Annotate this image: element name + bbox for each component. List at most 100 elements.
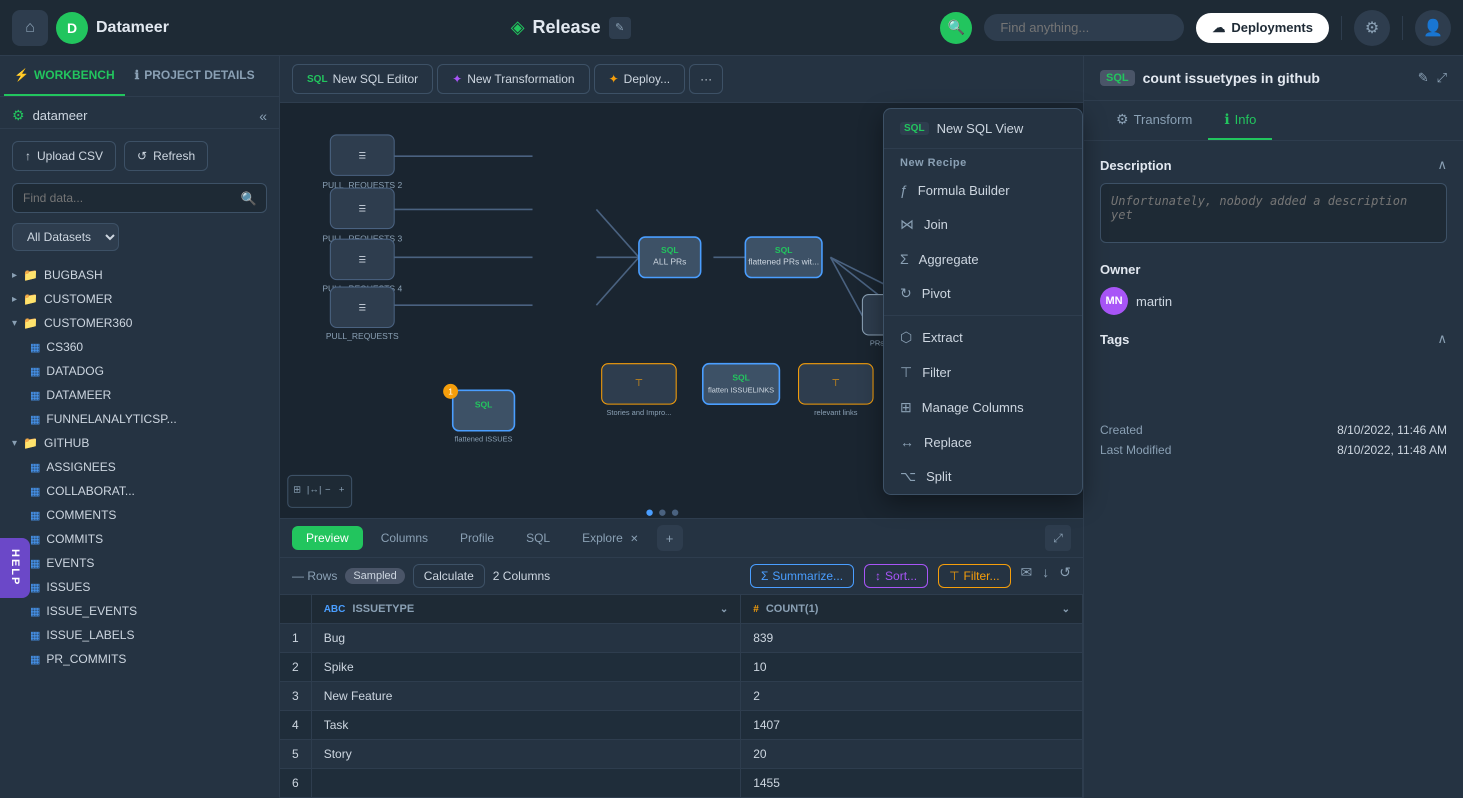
deployments-button[interactable]: ☁ Deployments	[1196, 13, 1329, 43]
sort-button[interactable]: ↕ Sort...	[864, 564, 928, 588]
tree-item-commits[interactable]: ▦ COMMITS	[0, 527, 279, 551]
add-tab-button[interactable]: +	[657, 525, 683, 551]
description-toggle[interactable]: ∧	[1437, 157, 1447, 173]
user-button[interactable]: 👤	[1415, 10, 1451, 46]
tree-item-github[interactable]: ▾ 📁 GITHUB	[0, 431, 279, 455]
sql-label: SQL	[526, 531, 550, 545]
tree-item-comments[interactable]: ▦ COMMENTS	[0, 503, 279, 527]
refresh-data-icon[interactable]: ↺	[1059, 564, 1071, 588]
tab-explore[interactable]: Explore ✕	[568, 526, 652, 550]
tree-item-issue-events[interactable]: ▦ ISSUE_EVENTS	[0, 599, 279, 623]
issuetype-sort[interactable]: ⌄	[720, 604, 728, 615]
refresh-button[interactable]: ↺ Refresh	[124, 141, 208, 171]
deploy-label: Deploy...	[624, 72, 670, 86]
deploy-button[interactable]: ✦ Deploy...	[594, 64, 686, 94]
table-row: 5 Story 20	[280, 740, 1083, 769]
tree-item-datameer[interactable]: ▦ DATAMEER	[0, 383, 279, 407]
tab-workbench[interactable]: ⚡ WORKBENCH	[4, 56, 125, 96]
filter-button[interactable]: ⊤ Filter...	[938, 564, 1010, 588]
extract-item[interactable]: ⬡ Extract	[884, 320, 1082, 355]
refresh-label: Refresh	[153, 149, 195, 163]
tree-item-label: CUSTOMER	[44, 292, 112, 306]
sql-icon: SQL	[307, 74, 328, 85]
formula-builder-item[interactable]: ƒ Formula Builder	[884, 173, 1082, 207]
project-details-icon: ℹ	[135, 68, 140, 82]
pivot-icon: ↻	[900, 285, 912, 302]
new-sql-editor-label: New SQL Editor	[333, 72, 419, 86]
email-icon[interactable]: ✉	[1021, 564, 1033, 588]
folder-chevron: ▾	[12, 318, 17, 329]
table-row: 4 Task 1407	[280, 711, 1083, 740]
find-data-input[interactable]	[12, 183, 267, 213]
count-cell: 20	[741, 740, 1083, 769]
summarize-label: Summarize...	[772, 569, 843, 583]
new-sql-editor-button[interactable]: SQL New SQL Editor	[292, 64, 433, 94]
external-link-icon[interactable]: ⤢	[1437, 70, 1447, 86]
tree-item-label: EVENTS	[46, 556, 94, 570]
rows-label: — Rows	[292, 569, 337, 583]
join-item[interactable]: ⋈ Join	[884, 207, 1082, 242]
more-options-button[interactable]: ···	[689, 64, 723, 94]
tree-item-label: ISSUES	[46, 580, 90, 594]
svg-text:☰: ☰	[358, 255, 366, 265]
split-item[interactable]: ⌥ Split	[884, 459, 1082, 494]
filter-item[interactable]: ⊤ Filter	[884, 355, 1082, 390]
close-explore-icon[interactable]: ✕	[630, 534, 638, 545]
count-column-header[interactable]: # COUNT(1) ⌄	[741, 595, 1083, 624]
tab-preview[interactable]: Preview	[292, 526, 363, 550]
tree-item-customer[interactable]: ▸ 📁 CUSTOMER	[0, 287, 279, 311]
calculate-button[interactable]: Calculate	[413, 564, 485, 588]
tags-toggle[interactable]: ∧	[1437, 331, 1447, 347]
new-sql-view-item[interactable]: SQL New SQL View	[884, 109, 1082, 149]
tree-item-label: ISSUE_EVENTS	[46, 604, 137, 618]
tree-item-issues[interactable]: ▦ ISSUES	[0, 575, 279, 599]
table-icon: ▦	[30, 509, 40, 522]
created-label: Created	[1100, 423, 1143, 437]
tree-item-assignees[interactable]: ▦ ASSIGNEES	[0, 455, 279, 479]
transform-icon: ✦	[452, 72, 462, 86]
replace-item[interactable]: ↔ Replace	[884, 425, 1082, 459]
folder-chevron: ▸	[12, 270, 17, 281]
owner-section-header: Owner	[1100, 262, 1447, 277]
tab-project-details[interactable]: ℹ PROJECT DETAILS	[125, 56, 265, 96]
description-textarea[interactable]	[1100, 183, 1447, 243]
edit-title-button[interactable]: ✎	[609, 17, 631, 39]
tree-item-bugbash[interactable]: ▸ 📁 BUGBASH	[0, 263, 279, 287]
tree-item-issue-labels[interactable]: ▦ ISSUE_LABELS	[0, 623, 279, 647]
help-button[interactable]: HELP	[0, 538, 30, 598]
count-sort[interactable]: ⌄	[1062, 604, 1070, 615]
search-input[interactable]	[1000, 20, 1140, 35]
settings-button[interactable]: ⚙	[1354, 10, 1390, 46]
tree-item-pr-commits[interactable]: ▦ PR_COMMITS	[0, 647, 279, 671]
dataset-filter-select[interactable]: All Datasets	[12, 223, 119, 251]
summarize-button[interactable]: Σ Summarize...	[750, 564, 854, 588]
table-icon: ▦	[30, 605, 40, 618]
nav-divider-2	[1402, 16, 1403, 40]
tree-item-label: BUGBASH	[44, 268, 103, 282]
home-button[interactable]: ⌂	[12, 10, 48, 46]
tree-item-cs360[interactable]: ▦ CS360	[0, 335, 279, 359]
sidebar-tabs: ⚡ WORKBENCH ℹ PROJECT DETAILS	[0, 56, 279, 97]
manage-columns-item[interactable]: ⊞ Manage Columns	[884, 390, 1082, 425]
tab-sql[interactable]: SQL	[512, 526, 564, 550]
global-search[interactable]	[984, 14, 1184, 41]
tree-item-label: COMMENTS	[46, 508, 116, 522]
upload-csv-button[interactable]: ↑ Upload CSV	[12, 141, 116, 171]
collapse-sidebar-button[interactable]: «	[259, 108, 267, 124]
new-transformation-button[interactable]: ✦ New Transformation	[437, 64, 589, 94]
pivot-item[interactable]: ↻ Pivot	[884, 276, 1082, 311]
tab-info[interactable]: ℹ Info	[1208, 101, 1272, 140]
tree-item-datadog[interactable]: ▦ DATADOG	[0, 359, 279, 383]
tab-columns[interactable]: Columns	[367, 526, 442, 550]
aggregate-item[interactable]: Σ Aggregate	[884, 242, 1082, 276]
tree-item-funnelanalyticsp---[interactable]: ▦ FUNNELANALYTICSP...	[0, 407, 279, 431]
expand-panel-button[interactable]: ⤢	[1045, 525, 1071, 551]
tab-profile[interactable]: Profile	[446, 526, 508, 550]
edit-title-icon[interactable]: ✎	[1418, 70, 1429, 86]
download-icon[interactable]: ↓	[1042, 564, 1049, 588]
tree-item-collaborat---[interactable]: ▦ COLLABORAT...	[0, 479, 279, 503]
tree-item-customer360[interactable]: ▾ 📁 CUSTOMER360	[0, 311, 279, 335]
tree-item-events[interactable]: ▦ EVENTS	[0, 551, 279, 575]
issuetype-column-header[interactable]: ABC ISSUETYPE ⌄	[311, 595, 741, 624]
tab-transform[interactable]: ⚙ Transform	[1100, 101, 1208, 140]
